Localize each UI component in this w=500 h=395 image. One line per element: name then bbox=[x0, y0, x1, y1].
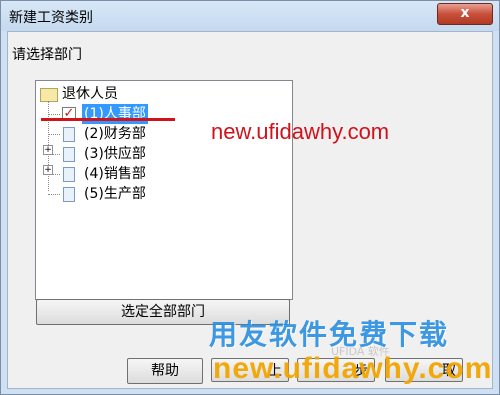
tree-item-label: (3)供应部 bbox=[84, 146, 146, 162]
expand-icon[interactable]: + bbox=[43, 165, 53, 175]
tree-item-label: (2)财务部 bbox=[84, 126, 146, 142]
select-department-label: 请选择部门 bbox=[12, 47, 82, 63]
tree-item-label: (1)人事部 bbox=[82, 104, 148, 124]
department-tree[interactable]: 退休人员 ✓ (1)人事部 (2)财务部 + (3)供应部 + (4)销售部 (… bbox=[35, 80, 293, 300]
document-icon bbox=[63, 127, 75, 142]
close-button[interactable]: x bbox=[437, 3, 493, 25]
tree-item-label: (4)销售部 bbox=[84, 166, 146, 182]
document-icon bbox=[63, 167, 75, 182]
brand-watermark: 用友软件免费下载 bbox=[209, 318, 450, 351]
tree-connector bbox=[48, 114, 60, 115]
document-icon bbox=[63, 187, 75, 202]
folder-icon bbox=[40, 88, 58, 102]
annotation-underline bbox=[41, 118, 175, 121]
window-title: 新建工资类别 bbox=[9, 10, 93, 26]
title-bar[interactable]: 新建工资类别 x bbox=[1, 1, 499, 31]
expand-icon[interactable]: + bbox=[43, 145, 53, 155]
close-icon: x bbox=[460, 5, 470, 21]
url-watermark-overlay: new.ufidawhy.com bbox=[213, 352, 493, 385]
dialog-window: 新建工资类别 x 请选择部门 退休人员 ✓ (1)人事部 (2)财务部 + (3… bbox=[0, 0, 500, 395]
tree-connector bbox=[48, 194, 60, 195]
tree-root-label: 退休人员 bbox=[62, 86, 118, 102]
tree-item-label: (5)生产部 bbox=[84, 186, 146, 202]
watermark-url-text: new.ufidawhy.com bbox=[211, 119, 390, 144]
tree-connector bbox=[48, 134, 60, 135]
help-button[interactable]: 帮助 bbox=[127, 358, 203, 384]
document-icon bbox=[63, 147, 75, 162]
